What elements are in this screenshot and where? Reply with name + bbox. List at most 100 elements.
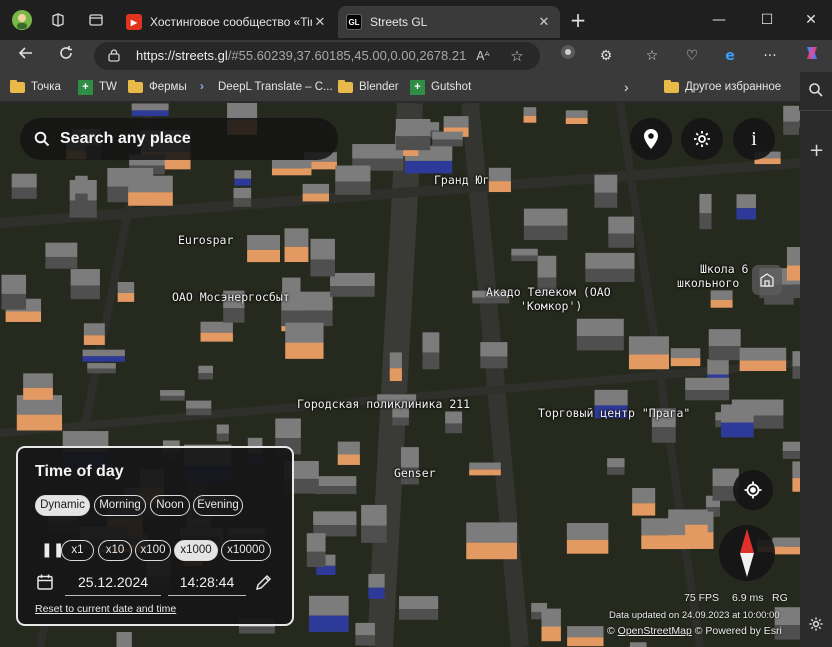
- building-wall: [392, 417, 409, 426]
- profile-avatar[interactable]: [8, 6, 36, 34]
- building-wall: [186, 408, 212, 416]
- bookmark-fermy[interactable]: Фермы: [128, 78, 187, 96]
- speed-x1-chip[interactable]: x1: [61, 540, 94, 561]
- bookmark-gutshot[interactable]: + Gutshot: [410, 78, 471, 96]
- favorites-icon[interactable]: ☆: [640, 44, 664, 68]
- building-roof: [330, 272, 375, 287]
- search-bar[interactable]: [20, 118, 338, 160]
- url-text[interactable]: https://streets.gl/#55.60239,37.60185,45…: [136, 48, 466, 63]
- crosshair-icon: [744, 481, 762, 499]
- bookmark-other-favorites[interactable]: Другое избранное: [664, 78, 781, 96]
- fps-readout: 75 FPS: [684, 592, 720, 604]
- extension-icon[interactable]: [556, 44, 580, 68]
- map-label[interactable]: Genser: [394, 466, 436, 480]
- chevron-right-icon[interactable]: ›: [624, 78, 629, 96]
- building-wall: [541, 626, 561, 642]
- map-label[interactable]: Гранд Юг: [434, 173, 489, 187]
- sidebar-settings-icon[interactable]: [808, 616, 824, 636]
- building-wall: [792, 478, 800, 492]
- building-wall: [594, 192, 618, 208]
- streets-gl-favicon: GL: [346, 14, 362, 30]
- browser-window: ▶ Хостинговое сообщество «Timeweb» ✕ GL …: [0, 0, 832, 647]
- bookmark-tochka[interactable]: Точка: [10, 78, 61, 96]
- map-label[interactable]: 'Комкор'): [520, 299, 582, 313]
- compass-button[interactable]: [719, 525, 775, 581]
- building-roof: [792, 461, 800, 479]
- time-input[interactable]: 14:28:44: [168, 570, 246, 596]
- bookmark-tw[interactable]: + TW: [78, 78, 117, 96]
- speed-x1000-chip[interactable]: x1000: [174, 540, 218, 561]
- calendar-icon[interactable]: [36, 573, 54, 595]
- school-poi-icon[interactable]: [752, 265, 782, 295]
- building-wall: [70, 285, 100, 300]
- read-aloud-icon[interactable]: Aᴬ: [474, 47, 492, 65]
- map-label[interactable]: ОАО Мосэнергосбыт: [172, 290, 290, 304]
- building-wall: [565, 117, 588, 124]
- date-input[interactable]: 25.12.2024: [65, 570, 161, 596]
- mode-dynamic-chip[interactable]: Dynamic: [35, 495, 90, 516]
- building-roof: [200, 321, 233, 333]
- lock-icon[interactable]: [108, 49, 120, 62]
- building-roof: [699, 193, 712, 214]
- browser-essentials-icon[interactable]: ♡: [680, 44, 704, 68]
- building-wall: [445, 423, 463, 434]
- openstreetmap-link[interactable]: OpenStreetMap: [618, 625, 692, 637]
- info-button[interactable]: i: [733, 118, 775, 160]
- building-roof: [585, 252, 635, 269]
- locate-me-button[interactable]: [733, 470, 773, 510]
- building-roof: [772, 537, 800, 547]
- workspaces-icon[interactable]: [44, 6, 72, 34]
- map-viewport[interactable]: Гранд Юг Eurospar ОАО Мосэнергосбыт Акад…: [0, 103, 800, 647]
- copilot-icon[interactable]: [800, 44, 824, 68]
- building-wall: [82, 356, 125, 362]
- new-tab-button[interactable]: +: [566, 9, 590, 33]
- refresh-button[interactable]: [52, 43, 80, 69]
- mode-morning-chip[interactable]: Morning: [94, 495, 146, 516]
- tab-timeweb[interactable]: ▶ Хостинговое сообщество «Timeweb» ✕: [118, 6, 336, 38]
- building-wall: [160, 395, 185, 401]
- building-wall: [469, 469, 501, 476]
- close-icon[interactable]: ✕: [536, 14, 552, 30]
- sidebar-add-icon[interactable]: +: [809, 140, 824, 161]
- tab-streets-gl[interactable]: GL Streets GL ✕: [338, 6, 560, 38]
- speed-x10000-chip[interactable]: x10000: [221, 540, 271, 561]
- info-icon: i: [751, 127, 757, 150]
- close-window-button[interactable]: ✕: [788, 8, 832, 32]
- map-label[interactable]: Городская поликлиника 211: [297, 397, 470, 411]
- map-label[interactable]: Eurospar: [178, 233, 233, 247]
- close-icon[interactable]: ✕: [312, 14, 328, 30]
- edit-pencil-icon[interactable]: [255, 574, 272, 595]
- search-input[interactable]: [60, 130, 320, 148]
- more-menu-icon[interactable]: ···: [758, 44, 782, 68]
- edge-icon[interactable]: e: [718, 44, 742, 68]
- address-bar[interactable]: https://streets.gl/#55.60239,37.60185,45…: [94, 42, 540, 70]
- map-label[interactable]: школьного: [677, 276, 739, 290]
- map-label[interactable]: Акадо Телеком (ОАО: [486, 285, 611, 299]
- building-wall: [309, 615, 349, 632]
- mode-noon-chip[interactable]: Noon: [150, 495, 190, 516]
- youtube-red-icon: ▶: [126, 14, 142, 30]
- extensions-puzzle-icon[interactable]: ⚙: [594, 44, 618, 68]
- back-button[interactable]: [12, 43, 40, 69]
- bookmark-deepl[interactable]: › DeepL Translate – C...: [200, 78, 333, 96]
- building-roof: [247, 235, 280, 250]
- settings-button[interactable]: [681, 118, 723, 160]
- maximize-button[interactable]: ☐: [744, 8, 790, 32]
- favorite-star-icon[interactable]: ☆: [508, 47, 526, 65]
- bookmark-blender[interactable]: Blender: [338, 78, 399, 96]
- vertical-tabs-icon[interactable]: [82, 6, 110, 34]
- sidebar-search-icon[interactable]: [808, 82, 824, 102]
- reset-date-link[interactable]: Reset to current date and time: [35, 603, 176, 615]
- speed-x10-chip[interactable]: x10: [98, 540, 132, 561]
- minimize-button[interactable]: —: [696, 8, 742, 32]
- speed-x100-chip[interactable]: x100: [135, 540, 171, 561]
- mode-evening-chip[interactable]: Evening: [193, 495, 243, 516]
- building-wall: [223, 308, 245, 323]
- location-pin-button[interactable]: [630, 118, 672, 160]
- building-roof: [310, 238, 335, 260]
- map-label[interactable]: Школа 6: [700, 262, 748, 276]
- building-roof: [116, 632, 132, 647]
- building-roof: [335, 165, 371, 182]
- map-label[interactable]: Торговый центр "Прага": [538, 406, 690, 420]
- building-wall: [389, 368, 402, 382]
